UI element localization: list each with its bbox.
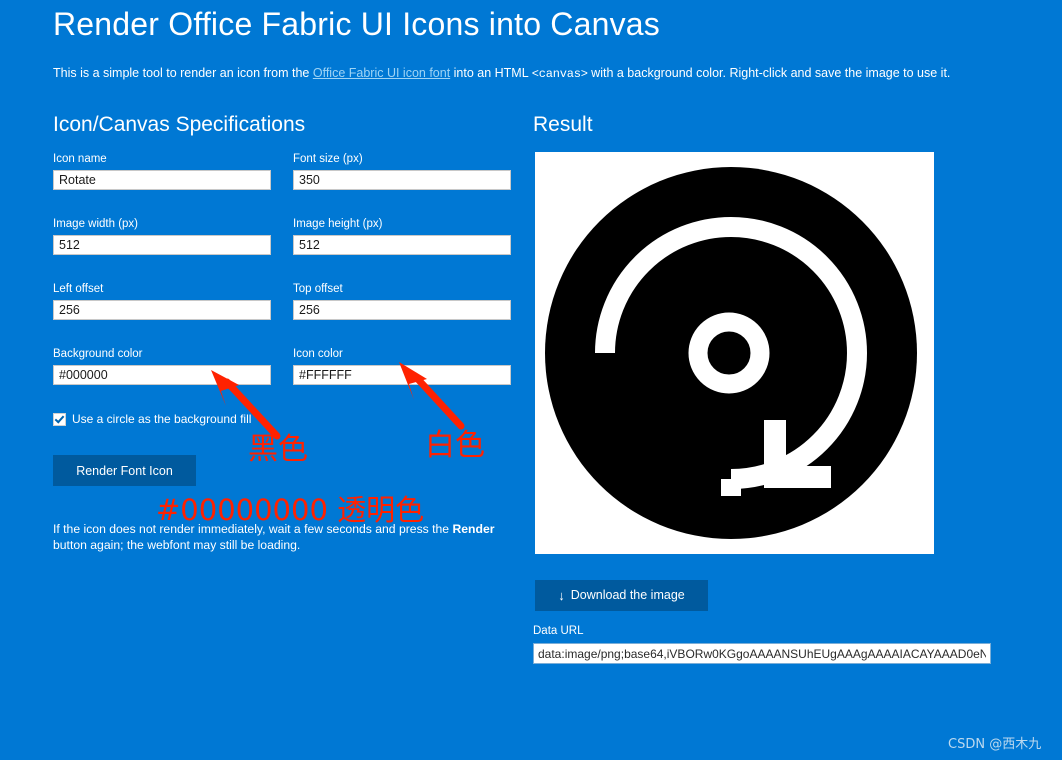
field-font-size: Font size (px) (293, 152, 511, 190)
app-root: Render Office Fabric UI Icons into Canva… (0, 0, 1062, 760)
field-icon-name: Icon name (53, 152, 271, 190)
input-font-size[interactable] (293, 170, 511, 190)
label-image-width: Image width (px) (53, 218, 139, 230)
office-fabric-icon-font-link[interactable]: Office Fabric UI icon font (313, 66, 450, 80)
download-icon: ↓ (558, 588, 565, 603)
result-section-heading: Result (533, 113, 593, 136)
intro-paragraph: This is a simple tool to render an icon … (53, 64, 950, 83)
download-button-label: Download the image (570, 588, 685, 602)
field-icon-color: Icon color (293, 347, 511, 385)
watermark: CSDN @西木九 (948, 737, 1042, 752)
label-top-offset: Top offset (293, 283, 343, 295)
label-image-height: Image height (px) (293, 218, 383, 230)
input-icon-color[interactable] (293, 365, 511, 385)
result-canvas[interactable] (535, 152, 934, 554)
spec-section-heading: Icon/Canvas Specifications (53, 113, 306, 136)
field-data-url: Data URL (533, 624, 991, 664)
render-font-icon-button[interactable]: Render Font Icon (53, 455, 196, 486)
canvas-tag-code: <canvas> (531, 67, 588, 81)
intro-text-after: with a background color. Right-click and… (587, 66, 951, 80)
circle-background-checkbox-label: Use a circle as the background fill (72, 412, 252, 426)
rotate-icon (545, 167, 917, 539)
field-image-width: Image width (px) (53, 217, 271, 255)
page-title: Render Office Fabric UI Icons into Canva… (53, 6, 660, 42)
field-left-offset: Left offset (53, 282, 271, 320)
checkmark-icon[interactable] (53, 412, 66, 426)
circle-background-checkbox-row[interactable]: Use a circle as the background fill (53, 412, 251, 426)
label-icon-color: Icon color (293, 348, 343, 360)
label-left-offset: Left offset (53, 283, 104, 295)
field-top-offset: Top offset (293, 282, 511, 320)
input-left-offset[interactable] (53, 300, 271, 320)
note-text-2: button again; the webfont may still be l… (53, 538, 301, 552)
intro-text-before: This is a simple tool to render an icon … (53, 66, 313, 80)
label-font-size: Font size (px) (293, 153, 363, 165)
input-icon-name[interactable] (53, 170, 271, 190)
field-background-color: Background color (53, 347, 271, 385)
annotation-black-label: 黑色 (248, 432, 308, 467)
download-image-button[interactable]: ↓ Download the image (535, 580, 708, 611)
input-data-url[interactable] (533, 643, 991, 664)
input-top-offset[interactable] (293, 300, 511, 320)
input-background-color[interactable] (53, 365, 271, 385)
label-background-color: Background color (53, 348, 143, 360)
annotation-white-label: 白色 (425, 428, 485, 463)
field-image-height: Image height (px) (293, 217, 511, 255)
intro-text-mid: into an HTML (450, 66, 532, 80)
annotation-transparent-label: #00000000 透明色 (156, 493, 425, 527)
input-image-width[interactable] (53, 235, 271, 255)
input-image-height[interactable] (293, 235, 511, 255)
note-text-bold: Render (452, 522, 495, 536)
label-icon-name: Icon name (53, 153, 107, 165)
label-data-url: Data URL (533, 625, 584, 637)
